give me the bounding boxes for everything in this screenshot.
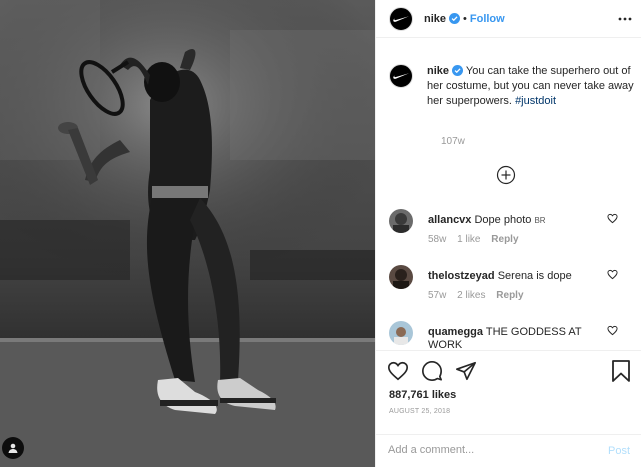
comment-time: 58w	[428, 234, 447, 245]
comment-item: allancvx Dope photo BR 58w 1 like Reply	[389, 209, 629, 249]
like-count[interactable]: 887,761 likes	[389, 389, 456, 401]
caption-text-block: nike You can take the superhero out of h…	[427, 64, 634, 109]
caption-hashtag[interactable]: #justdoit	[515, 95, 556, 107]
header-user-line: nike • Follow	[424, 13, 505, 25]
comment-meta: 58w 1 like Reply	[428, 234, 527, 245]
nike-swoosh-icon	[393, 73, 409, 79]
post-caption: nike You can take the superhero out of h…	[389, 64, 634, 147]
add-comment-bar: Post	[376, 434, 641, 467]
comment-line: thelostzeyad Serena is dope	[428, 270, 603, 282]
comment-username[interactable]: quamegga	[428, 326, 483, 338]
verified-badge-icon	[449, 13, 461, 24]
load-more-plus-icon[interactable]	[496, 165, 516, 185]
caption-username[interactable]: nike	[427, 65, 449, 77]
action-icons-row	[387, 360, 477, 385]
reply-button[interactable]: Reply	[496, 290, 523, 301]
post-header: nike • Follow	[376, 0, 641, 38]
country-flag: BR	[534, 216, 546, 225]
comment-avatar[interactable]	[389, 209, 413, 233]
more-options-icon[interactable]	[618, 12, 632, 29]
share-icon[interactable]	[455, 360, 477, 385]
heart-icon[interactable]	[387, 360, 409, 385]
comment-avatar[interactable]	[389, 321, 413, 345]
comment-likes[interactable]: 2 likes	[457, 290, 485, 301]
heart-icon[interactable]	[607, 325, 618, 339]
comment-icon[interactable]	[421, 360, 443, 385]
comment-item: thelostzeyad Serena is dope 57w 2 likes …	[389, 265, 629, 305]
comment-text: Serena is dope	[497, 270, 572, 282]
follow-button[interactable]: Follow	[470, 13, 505, 25]
comment-time: 57w	[428, 290, 447, 301]
post-date: AUGUST 25, 2018	[389, 408, 451, 415]
user-tag-icon[interactable]	[2, 437, 24, 459]
comment-item: quamegga THE GODDESS AT WORK	[389, 321, 629, 350]
verified-badge-icon	[452, 65, 464, 76]
heart-icon[interactable]	[607, 213, 618, 227]
add-comment-input[interactable]	[388, 444, 588, 456]
bookmark-icon[interactable]	[611, 360, 631, 385]
nike-avatar[interactable]	[389, 6, 413, 31]
tennis-player-photo	[0, 0, 375, 467]
comment-line: allancvx Dope photo BR	[428, 214, 603, 226]
reply-button[interactable]: Reply	[491, 234, 518, 245]
comment-username[interactable]: allancvx	[428, 214, 471, 226]
comment-text: Dope photo	[474, 214, 532, 226]
comment-username[interactable]: thelostzeyad	[428, 270, 495, 282]
comment-meta: 57w 2 likes Reply	[428, 290, 532, 301]
post-comment-button[interactable]: Post	[608, 445, 630, 457]
post-photo[interactable]	[0, 0, 375, 467]
instagram-post-modal: nike • Follow nike You can take the supe…	[0, 0, 641, 467]
post-actions: 887,761 likes AUGUST 25, 2018 Post	[376, 350, 641, 467]
heart-icon[interactable]	[607, 269, 618, 283]
comment-line: quamegga THE GODDESS AT WORK	[428, 326, 598, 350]
caption-avatar[interactable]	[389, 64, 413, 88]
caption-time: 107w	[441, 136, 465, 147]
comment-avatar[interactable]	[389, 265, 413, 289]
post-details-panel: nike • Follow nike You can take the supe…	[375, 0, 641, 467]
header-username[interactable]: nike	[424, 13, 446, 25]
nike-swoosh-icon	[393, 15, 409, 22]
comment-likes[interactable]: 1 like	[457, 234, 480, 245]
separator-dot: •	[463, 12, 467, 25]
